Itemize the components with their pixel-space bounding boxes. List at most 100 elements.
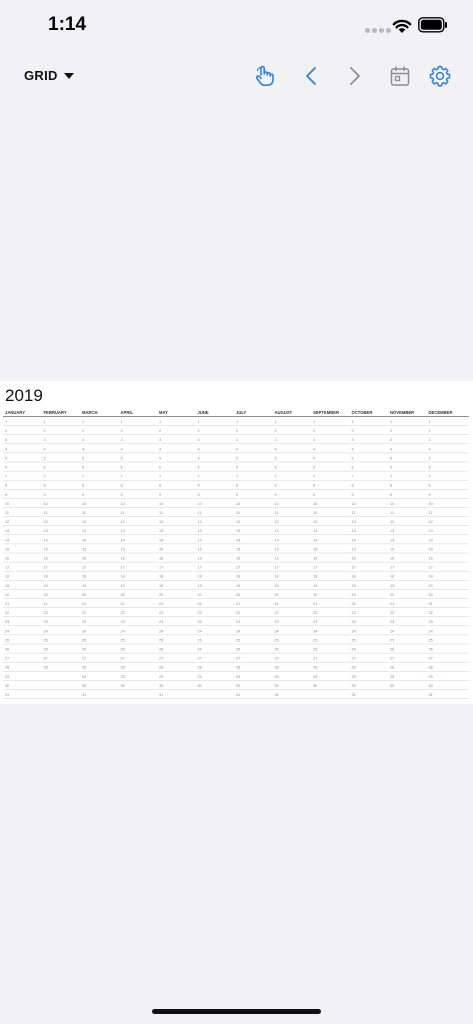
- day-cell: 12: [313, 520, 317, 524]
- day-cell: 23: [198, 620, 202, 624]
- day-cell: 26: [275, 648, 279, 652]
- day-cell: 11: [236, 511, 240, 515]
- day-cell: 12: [236, 520, 240, 524]
- day-cell: 9: [275, 493, 277, 497]
- day-cell: 28: [44, 666, 48, 670]
- day-cell: 24: [121, 629, 125, 633]
- day-cell: 7: [159, 475, 161, 479]
- day-cell: 28: [159, 666, 163, 670]
- day-cell: 15: [275, 547, 279, 551]
- day-cell: 21: [198, 602, 202, 606]
- day-cell: 31: [429, 693, 433, 697]
- day-cell: 9: [390, 493, 392, 497]
- day-cell: 30: [198, 684, 202, 688]
- day-cell: 5: [82, 456, 84, 460]
- day-cell: 13: [5, 529, 9, 533]
- day-cell: 3: [275, 438, 277, 442]
- day-cell: 6: [121, 466, 123, 470]
- day-cell: 29: [313, 675, 317, 679]
- day-cell: 16: [236, 557, 240, 561]
- day-cell: 10: [275, 502, 279, 506]
- day-cell: 3: [159, 438, 161, 442]
- day-cell: 27: [82, 657, 86, 661]
- day-cell: 29: [429, 675, 433, 679]
- year-calendar-grid: JANUARY FEBRUARY MARCH APRIL MAY JUNE JULY AUGU…: [0, 381, 473, 704]
- day-cell: 1: [121, 420, 123, 424]
- day-cell: 2: [236, 429, 238, 433]
- day-cell: 15: [159, 547, 163, 551]
- day-cell: 19: [352, 584, 356, 588]
- day-cell: 27: [121, 657, 125, 661]
- day-cell: 20: [82, 593, 86, 597]
- day-cell: 2: [198, 429, 200, 433]
- day-cell: 25: [390, 638, 394, 642]
- day-cell: 8: [390, 484, 392, 488]
- day-cell: 23: [5, 620, 9, 624]
- day-cell: 27: [5, 657, 9, 661]
- day-cell: 22: [275, 611, 279, 615]
- month-header: NOVEMBER: [390, 410, 414, 415]
- day-cell: 31: [236, 693, 240, 697]
- day-cell: 15: [198, 547, 202, 551]
- day-cell: 4: [82, 447, 84, 451]
- day-cell: 2: [352, 429, 354, 433]
- day-cell: 6: [313, 466, 315, 470]
- chevron-left-icon[interactable]: [300, 64, 324, 88]
- day-cell: 17: [44, 566, 48, 570]
- home-indicator[interactable]: [152, 1009, 321, 1014]
- day-cell: 19: [121, 584, 125, 588]
- day-cell: 7: [236, 475, 238, 479]
- day-cell: 20: [198, 593, 202, 597]
- day-cell: 15: [352, 547, 356, 551]
- day-cell: 27: [44, 657, 48, 661]
- day-cell: 24: [236, 629, 240, 633]
- day-cell: 19: [236, 584, 240, 588]
- day-cell: 9: [5, 493, 7, 497]
- chevron-right-icon[interactable]: [342, 64, 366, 88]
- month-header: AUGUST: [275, 410, 293, 415]
- day-cell: 24: [390, 629, 394, 633]
- day-cell: 2: [5, 429, 7, 433]
- day-cell: 26: [429, 648, 433, 652]
- day-cell: 7: [121, 475, 123, 479]
- day-cell: 24: [429, 629, 433, 633]
- day-cell: 26: [352, 648, 356, 652]
- day-cell: 8: [352, 484, 354, 488]
- day-cell: 20: [313, 593, 317, 597]
- day-cell: 26: [44, 648, 48, 652]
- day-cell: 1: [5, 420, 7, 424]
- day-cell: 11: [275, 511, 279, 515]
- battery-icon: [418, 17, 447, 33]
- day-cell: 7: [198, 475, 200, 479]
- day-cell: 14: [390, 538, 394, 542]
- day-cell: 2: [82, 429, 84, 433]
- day-cell: 18: [44, 575, 48, 579]
- day-cell: 31: [352, 693, 356, 697]
- day-cell: 8: [429, 484, 431, 488]
- hand-pointer-icon[interactable]: [252, 64, 276, 88]
- day-cell: 12: [275, 520, 279, 524]
- month-header: MAY: [159, 410, 168, 415]
- gear-icon[interactable]: [428, 64, 452, 88]
- day-cell: 28: [429, 666, 433, 670]
- day-cell: 10: [390, 502, 394, 506]
- day-cell: 13: [313, 529, 317, 533]
- view-mode-dropdown[interactable]: GRID: [24, 68, 74, 83]
- day-cell: 14: [82, 538, 86, 542]
- day-cell: 14: [5, 538, 9, 542]
- day-cell: 25: [159, 638, 163, 642]
- day-cell: 10: [5, 502, 9, 506]
- cellular-signal-icon: [365, 28, 391, 33]
- day-cell: 25: [5, 638, 9, 642]
- day-cell: 20: [390, 593, 394, 597]
- day-cell: 5: [44, 456, 46, 460]
- day-cell: 31: [159, 693, 163, 697]
- day-cell: 20: [159, 593, 163, 597]
- day-cell: 14: [313, 538, 317, 542]
- day-cell: 20: [121, 593, 125, 597]
- day-cell: 8: [198, 484, 200, 488]
- day-cell: 13: [121, 529, 125, 533]
- calendar-icon[interactable]: [388, 64, 412, 88]
- day-cell: 19: [159, 584, 163, 588]
- day-cell: 9: [82, 493, 84, 497]
